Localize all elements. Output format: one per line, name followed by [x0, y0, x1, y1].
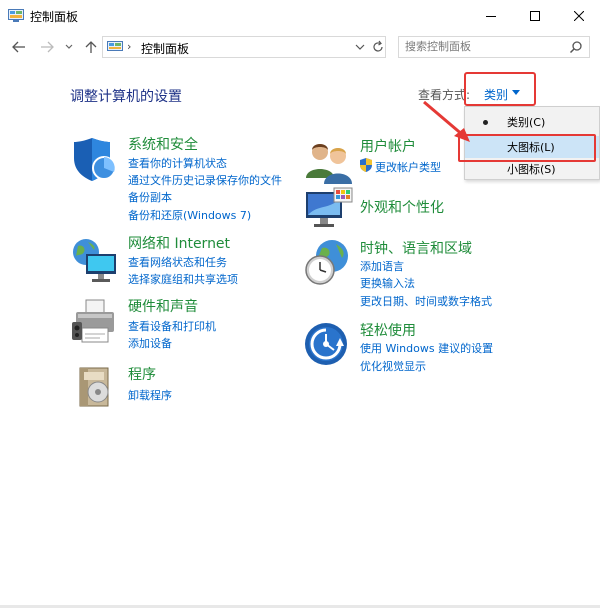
link-backup-restore[interactable]: 备份和还原(Windows 7) [128, 207, 251, 223]
forward-button[interactable] [38, 38, 56, 56]
minimize-button[interactable] [468, 0, 514, 32]
link-devices-printers[interactable]: 查看设备和打印机 [128, 318, 216, 334]
chevron-down-icon [355, 44, 365, 50]
link-add-device[interactable]: 添加设备 [128, 335, 172, 351]
search-box[interactable] [398, 36, 590, 58]
search-input[interactable] [405, 40, 565, 53]
control-panel-icon [107, 41, 123, 51]
menu-item-label: 类别(C) [507, 116, 546, 129]
link-file-history[interactable]: 通过文件历史记录保存你的文件 [128, 172, 282, 188]
refresh-button[interactable] [371, 39, 385, 55]
link-uninstall-program[interactable]: 卸载程序 [128, 387, 172, 403]
forward-arrow-icon [41, 41, 54, 53]
chevron-down-icon [65, 44, 73, 49]
uac-shield-icon [360, 158, 372, 172]
back-arrow-icon [12, 41, 25, 53]
program-box-icon[interactable] [72, 362, 122, 412]
link-change-date-time-format[interactable]: 更改日期、时间或数字格式 [360, 293, 492, 309]
back-button[interactable] [10, 38, 28, 56]
window-title: 控制面板 [30, 10, 79, 24]
globe-monitor-icon[interactable] [70, 236, 120, 286]
shield-icon[interactable] [70, 134, 120, 184]
up-arrow-icon [85, 41, 97, 53]
link-change-account-type[interactable]: 更改帐户类型 [375, 159, 441, 175]
title-bar: 控制面板 [0, 0, 600, 32]
view-by-dropdown[interactable]: 类别 [484, 86, 508, 103]
category-user-accounts[interactable]: 用户帐户 [360, 136, 416, 156]
category-clock-language-region[interactable]: 时钟、语言和区域 [360, 238, 472, 258]
ease-of-access-icon[interactable] [304, 320, 354, 370]
breadcrumb-separator[interactable]: › [127, 40, 131, 53]
category-system-security[interactable]: 系统和安全 [128, 134, 198, 154]
menu-item-category[interactable]: 类别(C) [465, 111, 599, 133]
up-button[interactable] [82, 38, 100, 56]
menu-item-small-icons[interactable]: 小图标(S) [465, 159, 599, 179]
link-optimize-visual-display[interactable]: 优化视觉显示 [360, 358, 426, 374]
link-backup-copy[interactable]: 备份副本 [128, 189, 172, 205]
printer-icon[interactable] [70, 298, 120, 348]
link-network-status[interactable]: 查看网络状态和任务 [128, 254, 227, 270]
clock-globe-icon[interactable] [304, 238, 354, 288]
annotation-arrow-icon [423, 100, 470, 142]
control-panel-icon [8, 9, 24, 22]
category-ease-of-access[interactable]: 轻松使用 [360, 320, 416, 340]
recent-locations-button[interactable] [60, 38, 78, 56]
maximize-button[interactable] [512, 0, 558, 32]
category-programs[interactable]: 程序 [128, 364, 156, 384]
category-hardware-sound[interactable]: 硬件和声音 [128, 296, 198, 316]
category-appearance-personalization[interactable]: 外观和个性化 [360, 197, 444, 217]
link-add-language[interactable]: 添加语言 [360, 258, 404, 274]
link-homegroup-sharing[interactable]: 选择家庭组和共享选项 [128, 271, 238, 287]
search-icon[interactable] [569, 40, 583, 54]
category-network-internet[interactable]: 网络和 Internet [128, 233, 230, 253]
refresh-icon [373, 40, 383, 52]
menu-item-label: 小图标(S) [507, 163, 556, 176]
address-dropdown-button[interactable] [353, 39, 367, 55]
breadcrumb-control-panel[interactable]: 控制面板 [141, 40, 189, 57]
minimize-icon [486, 16, 496, 17]
selected-bullet-icon [483, 120, 488, 125]
link-view-computer-status[interactable]: 查看你的计算机状态 [128, 155, 227, 171]
page-title: 调整计算机的设置 [70, 89, 182, 105]
link-change-input-method[interactable]: 更换输入法 [360, 275, 415, 291]
caret-down-icon[interactable] [512, 90, 520, 95]
users-icon[interactable] [304, 138, 354, 188]
monitor-paint-icon[interactable] [304, 186, 354, 236]
address-bar[interactable]: › 控制面板 [102, 36, 386, 58]
close-button[interactable] [556, 0, 600, 32]
maximize-icon [530, 11, 540, 21]
link-windows-suggested-settings[interactable]: 使用 Windows 建议的设置 [360, 340, 493, 356]
close-icon [574, 11, 584, 21]
